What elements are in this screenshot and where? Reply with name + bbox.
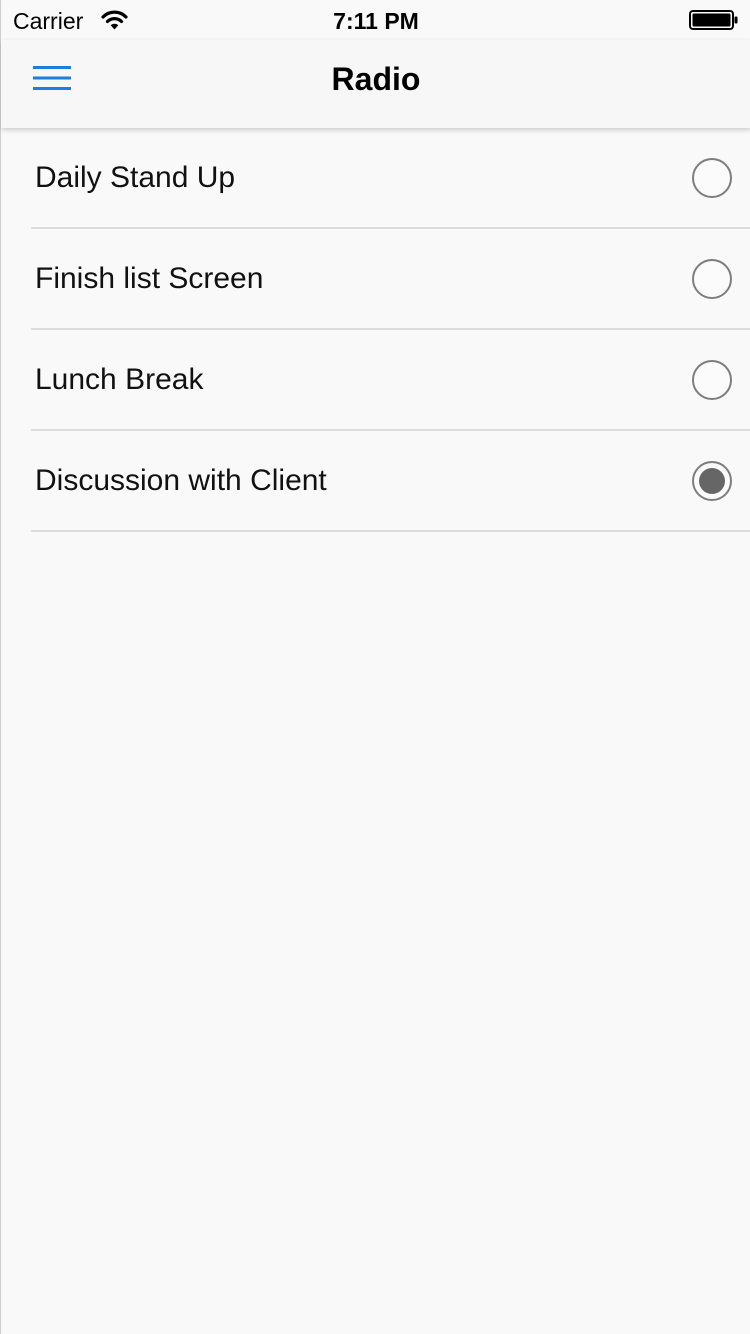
page-title: Radio — [331, 61, 421, 97]
radio-button[interactable] — [692, 259, 732, 299]
list-item[interactable]: Finish list Screen — [1, 229, 750, 330]
divider — [31, 530, 750, 532]
battery-icon — [689, 10, 738, 30]
list-item-label: Finish list Screen — [35, 262, 264, 295]
list-item-label: Lunch Break — [35, 363, 204, 396]
status-bar: Carrier 7:11 PM — [1, 0, 750, 40]
list-item[interactable]: Discussion with Client — [1, 431, 750, 532]
list-item[interactable]: Lunch Break — [1, 330, 750, 431]
list-item-label: Discussion with Client — [35, 464, 327, 497]
list-item[interactable]: Daily Stand Up — [1, 128, 750, 229]
radio-list: Daily Stand Up Finish list Screen Lunch … — [1, 128, 750, 532]
radio-button[interactable] — [692, 461, 732, 501]
radio-selected-dot — [699, 468, 725, 494]
radio-button[interactable] — [692, 360, 732, 400]
status-time: 7:11 PM — [333, 8, 419, 34]
navigation-bar: Radio — [1, 40, 750, 128]
list-item-label: Daily Stand Up — [35, 161, 236, 194]
radio-button[interactable] — [692, 158, 732, 198]
